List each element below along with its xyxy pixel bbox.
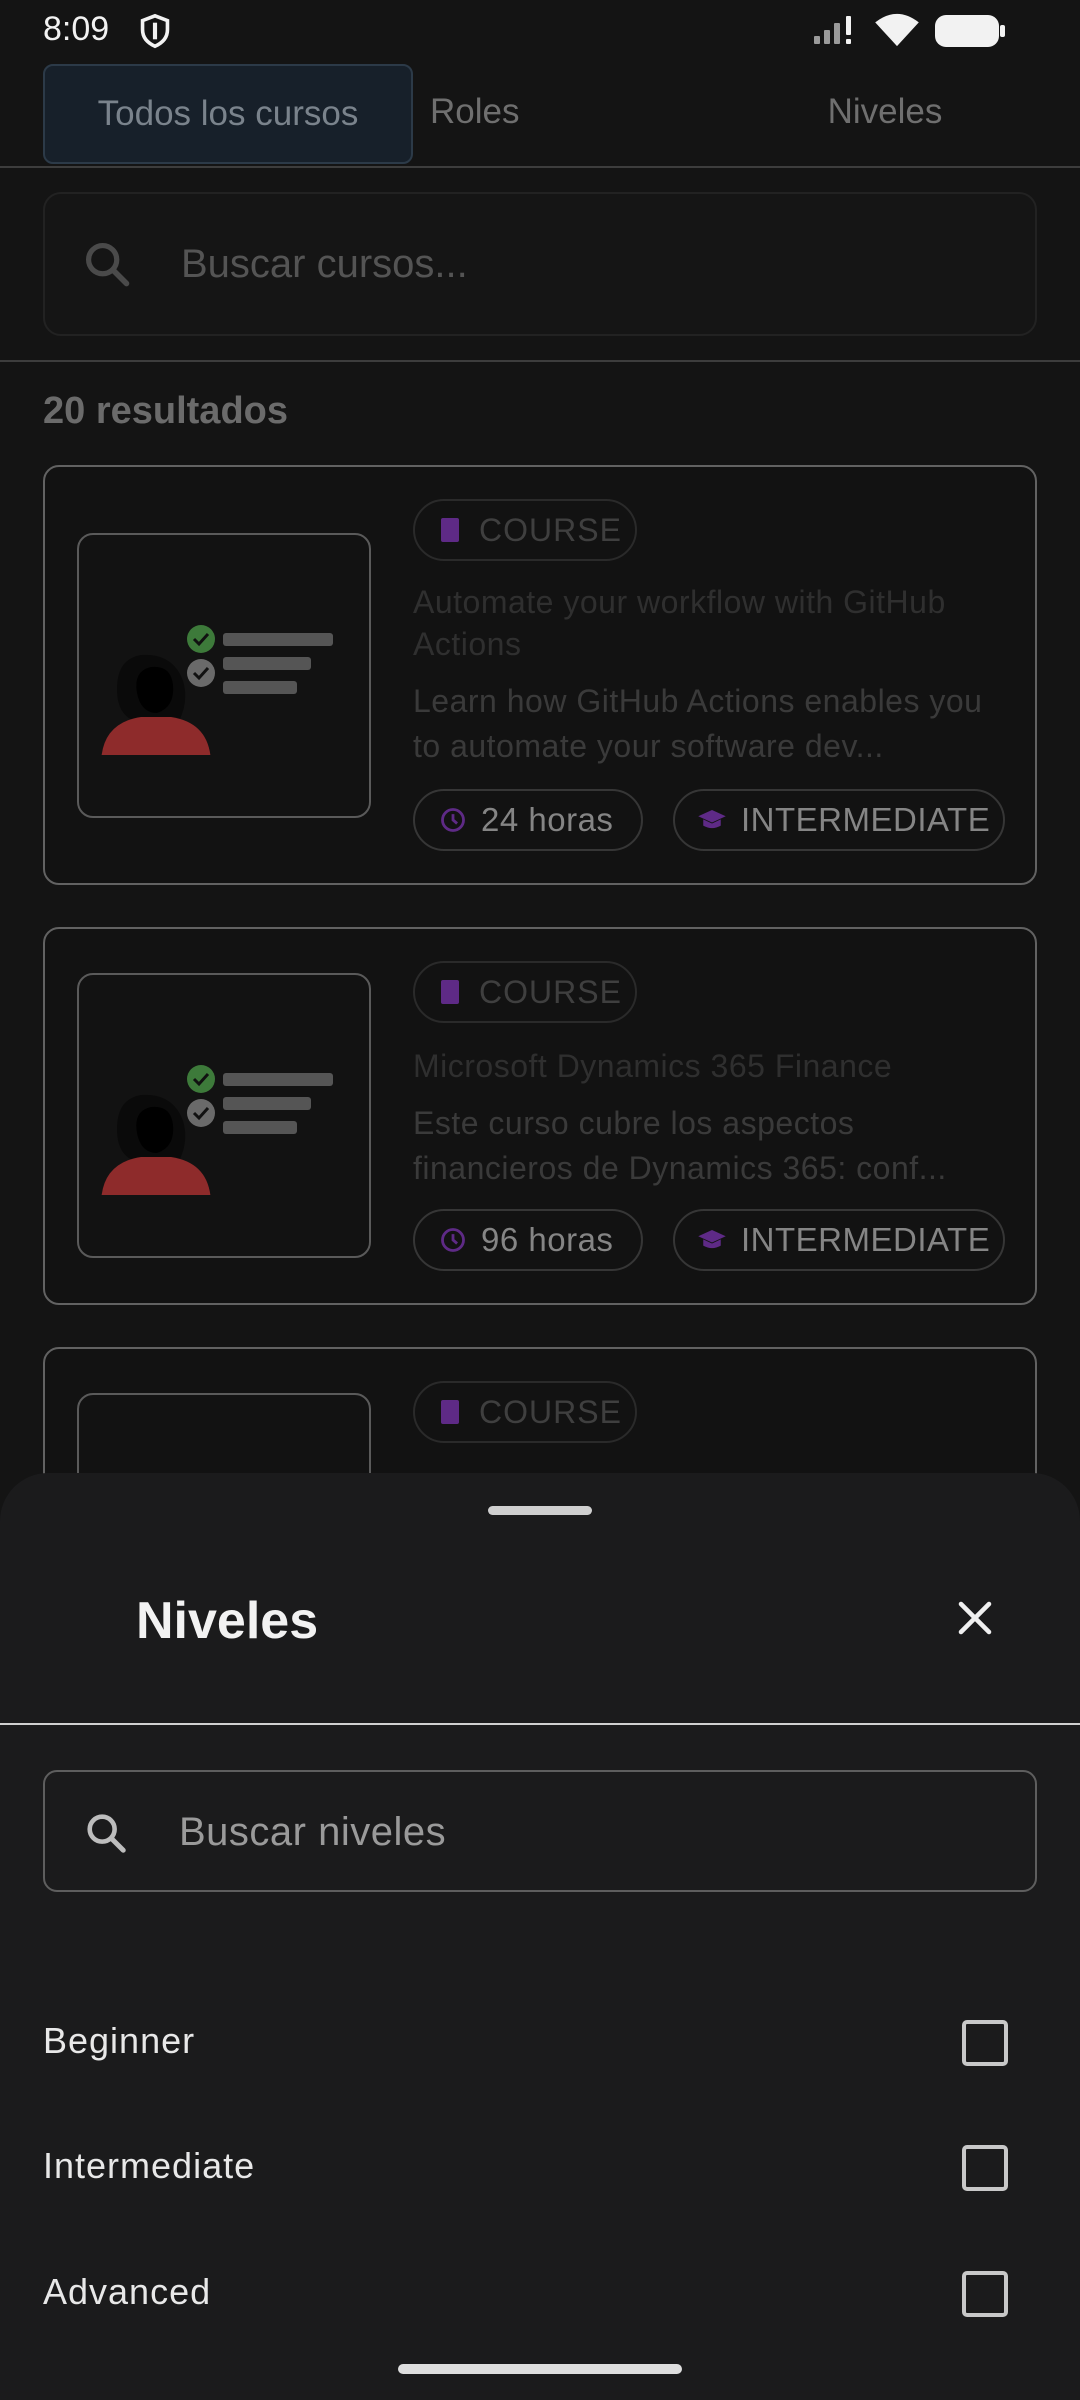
level-checkbox[interactable]: [962, 2271, 1008, 2317]
level-option-label: Beginner: [43, 2020, 196, 2061]
search-icon: [83, 1810, 129, 1861]
course-illustration: [101, 1065, 333, 1195]
cell-signal-icon: [812, 14, 860, 51]
level-search-field[interactable]: [43, 1770, 1037, 1892]
level-option-advanced[interactable]: Advanced: [0, 2233, 1080, 2353]
course-card[interactable]: COURSE Microsoft Dynamics 365 Finance Es…: [43, 927, 1037, 1305]
course-card[interactable]: COURSE Automate your workflow with GitHu…: [43, 465, 1037, 885]
course-type-label: COURSE: [479, 973, 622, 1010]
level-option-intermediate[interactable]: Intermediate: [0, 2107, 1080, 2227]
course-description: Learn how GitHub Actions enables you to …: [413, 683, 983, 764]
level-label: INTERMEDIATE: [741, 1221, 991, 1258]
course-title: Automate your workflow with GitHub Actio…: [413, 584, 946, 662]
tab-all-courses[interactable]: Todos los cursos: [43, 64, 413, 164]
course-search-input[interactable]: Buscar cursos...: [43, 192, 1037, 336]
course-search-placeholder: Buscar cursos...: [181, 242, 468, 286]
search-icon: [81, 238, 133, 295]
level-chip: INTERMEDIATE: [673, 789, 1005, 851]
course-type-chip: COURSE: [413, 961, 637, 1023]
level-chip: INTERMEDIATE: [673, 1209, 1005, 1271]
level-option-beginner[interactable]: Beginner: [0, 1982, 1080, 2102]
duration-label: 24 horas: [481, 801, 614, 838]
clock-icon: [441, 1228, 465, 1252]
course-title: Microsoft Dynamics 365 Finance: [413, 1048, 893, 1084]
duration-chip: 24 horas: [413, 789, 643, 851]
close-button[interactable]: [940, 1583, 1010, 1653]
level-option-label: Intermediate: [43, 2145, 256, 2186]
graduation-cap-icon: [698, 1230, 726, 1249]
course-type-chip: COURSE: [413, 499, 637, 561]
course-thumbnail: [77, 973, 371, 1258]
book-icon: [441, 1400, 459, 1424]
duration-chip: 96 horas: [413, 1209, 643, 1271]
home-indicator[interactable]: [398, 2364, 682, 2374]
results-count: 20 resultados: [43, 390, 288, 432]
level-label: INTERMEDIATE: [741, 801, 991, 838]
level-option-label: Advanced: [43, 2271, 212, 2312]
close-icon: [958, 1601, 992, 1635]
tab-levels[interactable]: Niveles: [770, 60, 1000, 164]
level-checkbox[interactable]: [962, 2145, 1008, 2191]
course-description: Este curso cubre los aspectos financiero…: [413, 1105, 947, 1186]
tab-roles[interactable]: Roles: [430, 60, 560, 164]
course-search-section: Buscar cursos...: [0, 170, 1080, 362]
clock-icon: [441, 808, 465, 832]
sheet-title: Niveles: [136, 1592, 319, 1650]
course-type-label: COURSE: [479, 511, 622, 548]
course-illustration: [101, 625, 333, 755]
battery-icon: [934, 14, 1006, 53]
drag-handle[interactable]: [488, 1506, 592, 1515]
graduation-cap-icon: [698, 810, 726, 829]
book-icon: [441, 980, 459, 1004]
filter-tabs: Todos los cursos Roles Niveles: [0, 60, 1080, 168]
level-search-input[interactable]: [179, 1794, 999, 1870]
book-icon: [441, 518, 459, 542]
level-checkbox[interactable]: [962, 2020, 1008, 2066]
sheet-divider: [0, 1723, 1080, 1725]
course-type-label: COURSE: [479, 1393, 622, 1430]
wifi-icon: [874, 12, 920, 53]
shield-icon: [138, 13, 172, 54]
duration-label: 96 horas: [481, 1221, 614, 1258]
course-thumbnail: [77, 533, 371, 818]
course-type-chip: COURSE: [413, 1381, 637, 1443]
status-time: 8:09: [43, 10, 110, 48]
status-bar: 8:09: [0, 0, 1080, 60]
